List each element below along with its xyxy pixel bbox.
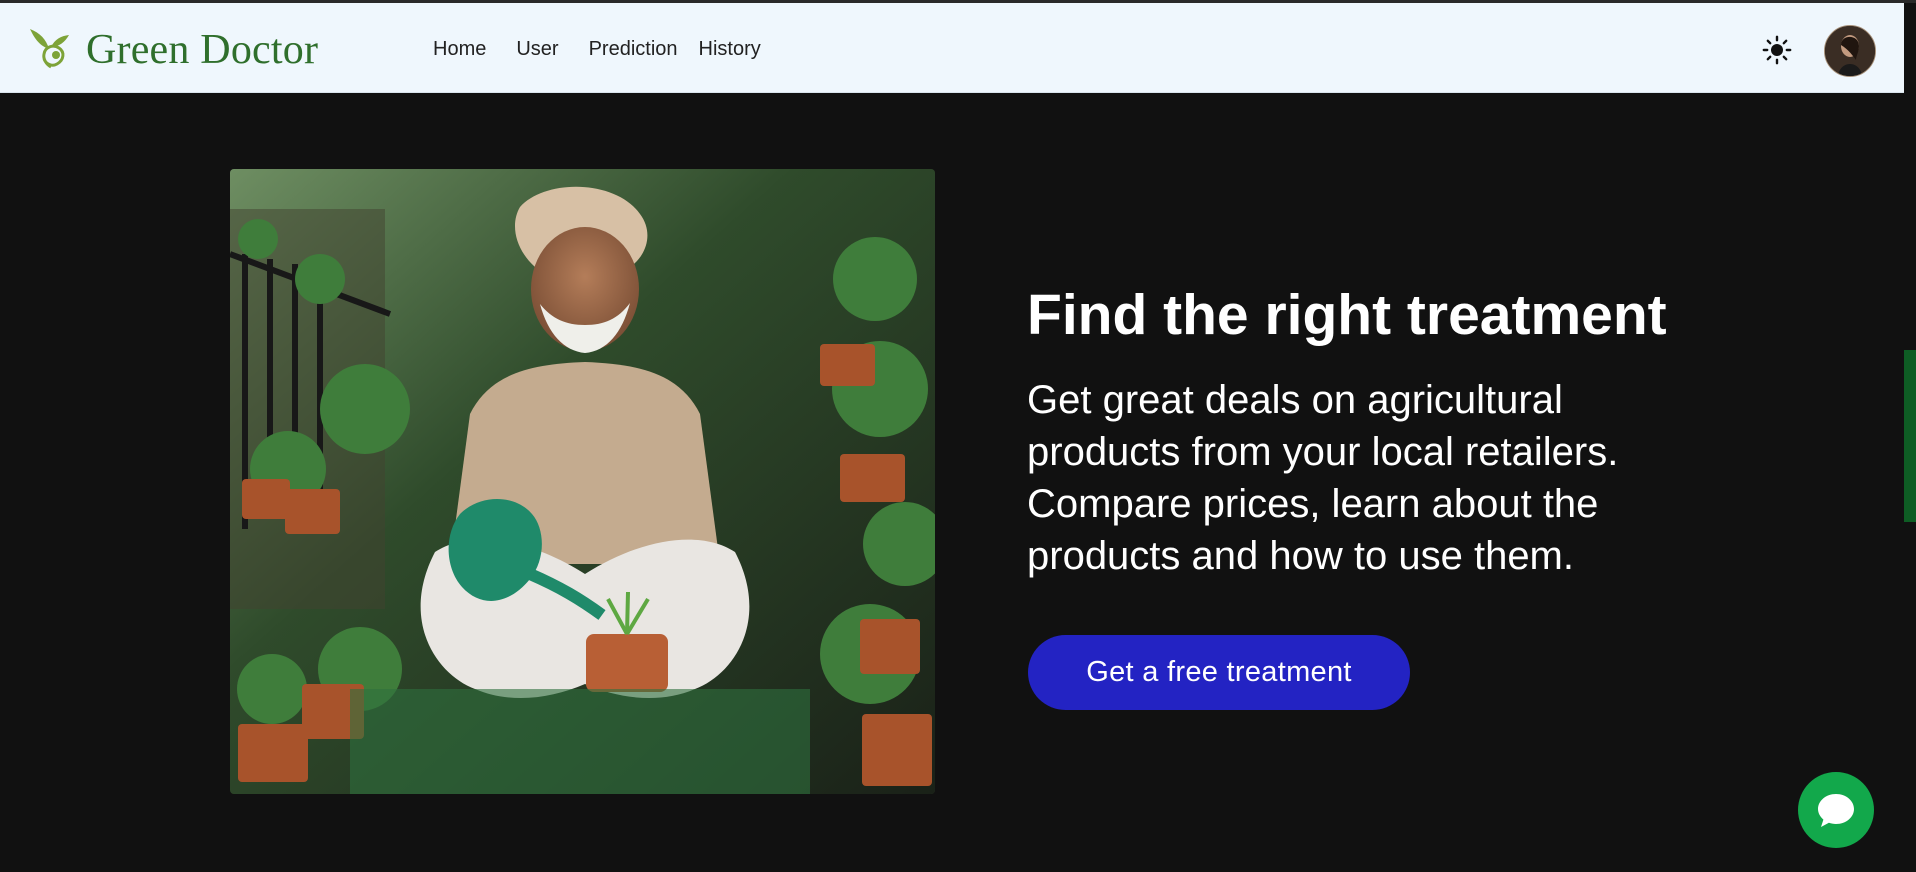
- chat-bubble-icon: [1818, 794, 1854, 827]
- nav-home[interactable]: Home: [433, 38, 486, 61]
- main-navigation: Home User Prediction History: [433, 38, 761, 61]
- nav-prediction[interactable]: Prediction: [589, 38, 678, 61]
- sprout-icon: [30, 29, 69, 69]
- avatar-image: [1825, 26, 1875, 76]
- top-navbar: Green Doctor Home User Prediction Histor…: [0, 3, 1904, 93]
- brand-name: Green Doctor: [86, 27, 319, 73]
- hero-illustration: [230, 169, 935, 794]
- farmer-with-plants-image: [230, 169, 935, 794]
- nav-user[interactable]: User: [516, 38, 558, 61]
- hero-title: Find the right treatment: [1027, 283, 1667, 348]
- chat-button[interactable]: [1798, 772, 1874, 848]
- theme-toggle-button[interactable]: [1762, 35, 1792, 65]
- get-free-treatment-button[interactable]: Get a free treatment: [1028, 635, 1410, 710]
- scroll-indicator: [1904, 350, 1916, 522]
- user-avatar[interactable]: [1824, 25, 1876, 77]
- hero-description: Get great deals on agricultural products…: [1027, 378, 1619, 578]
- sun-icon: [1762, 35, 1792, 65]
- nav-history[interactable]: History: [699, 38, 761, 61]
- brand-logo[interactable]: Green Doctor: [26, 23, 318, 75]
